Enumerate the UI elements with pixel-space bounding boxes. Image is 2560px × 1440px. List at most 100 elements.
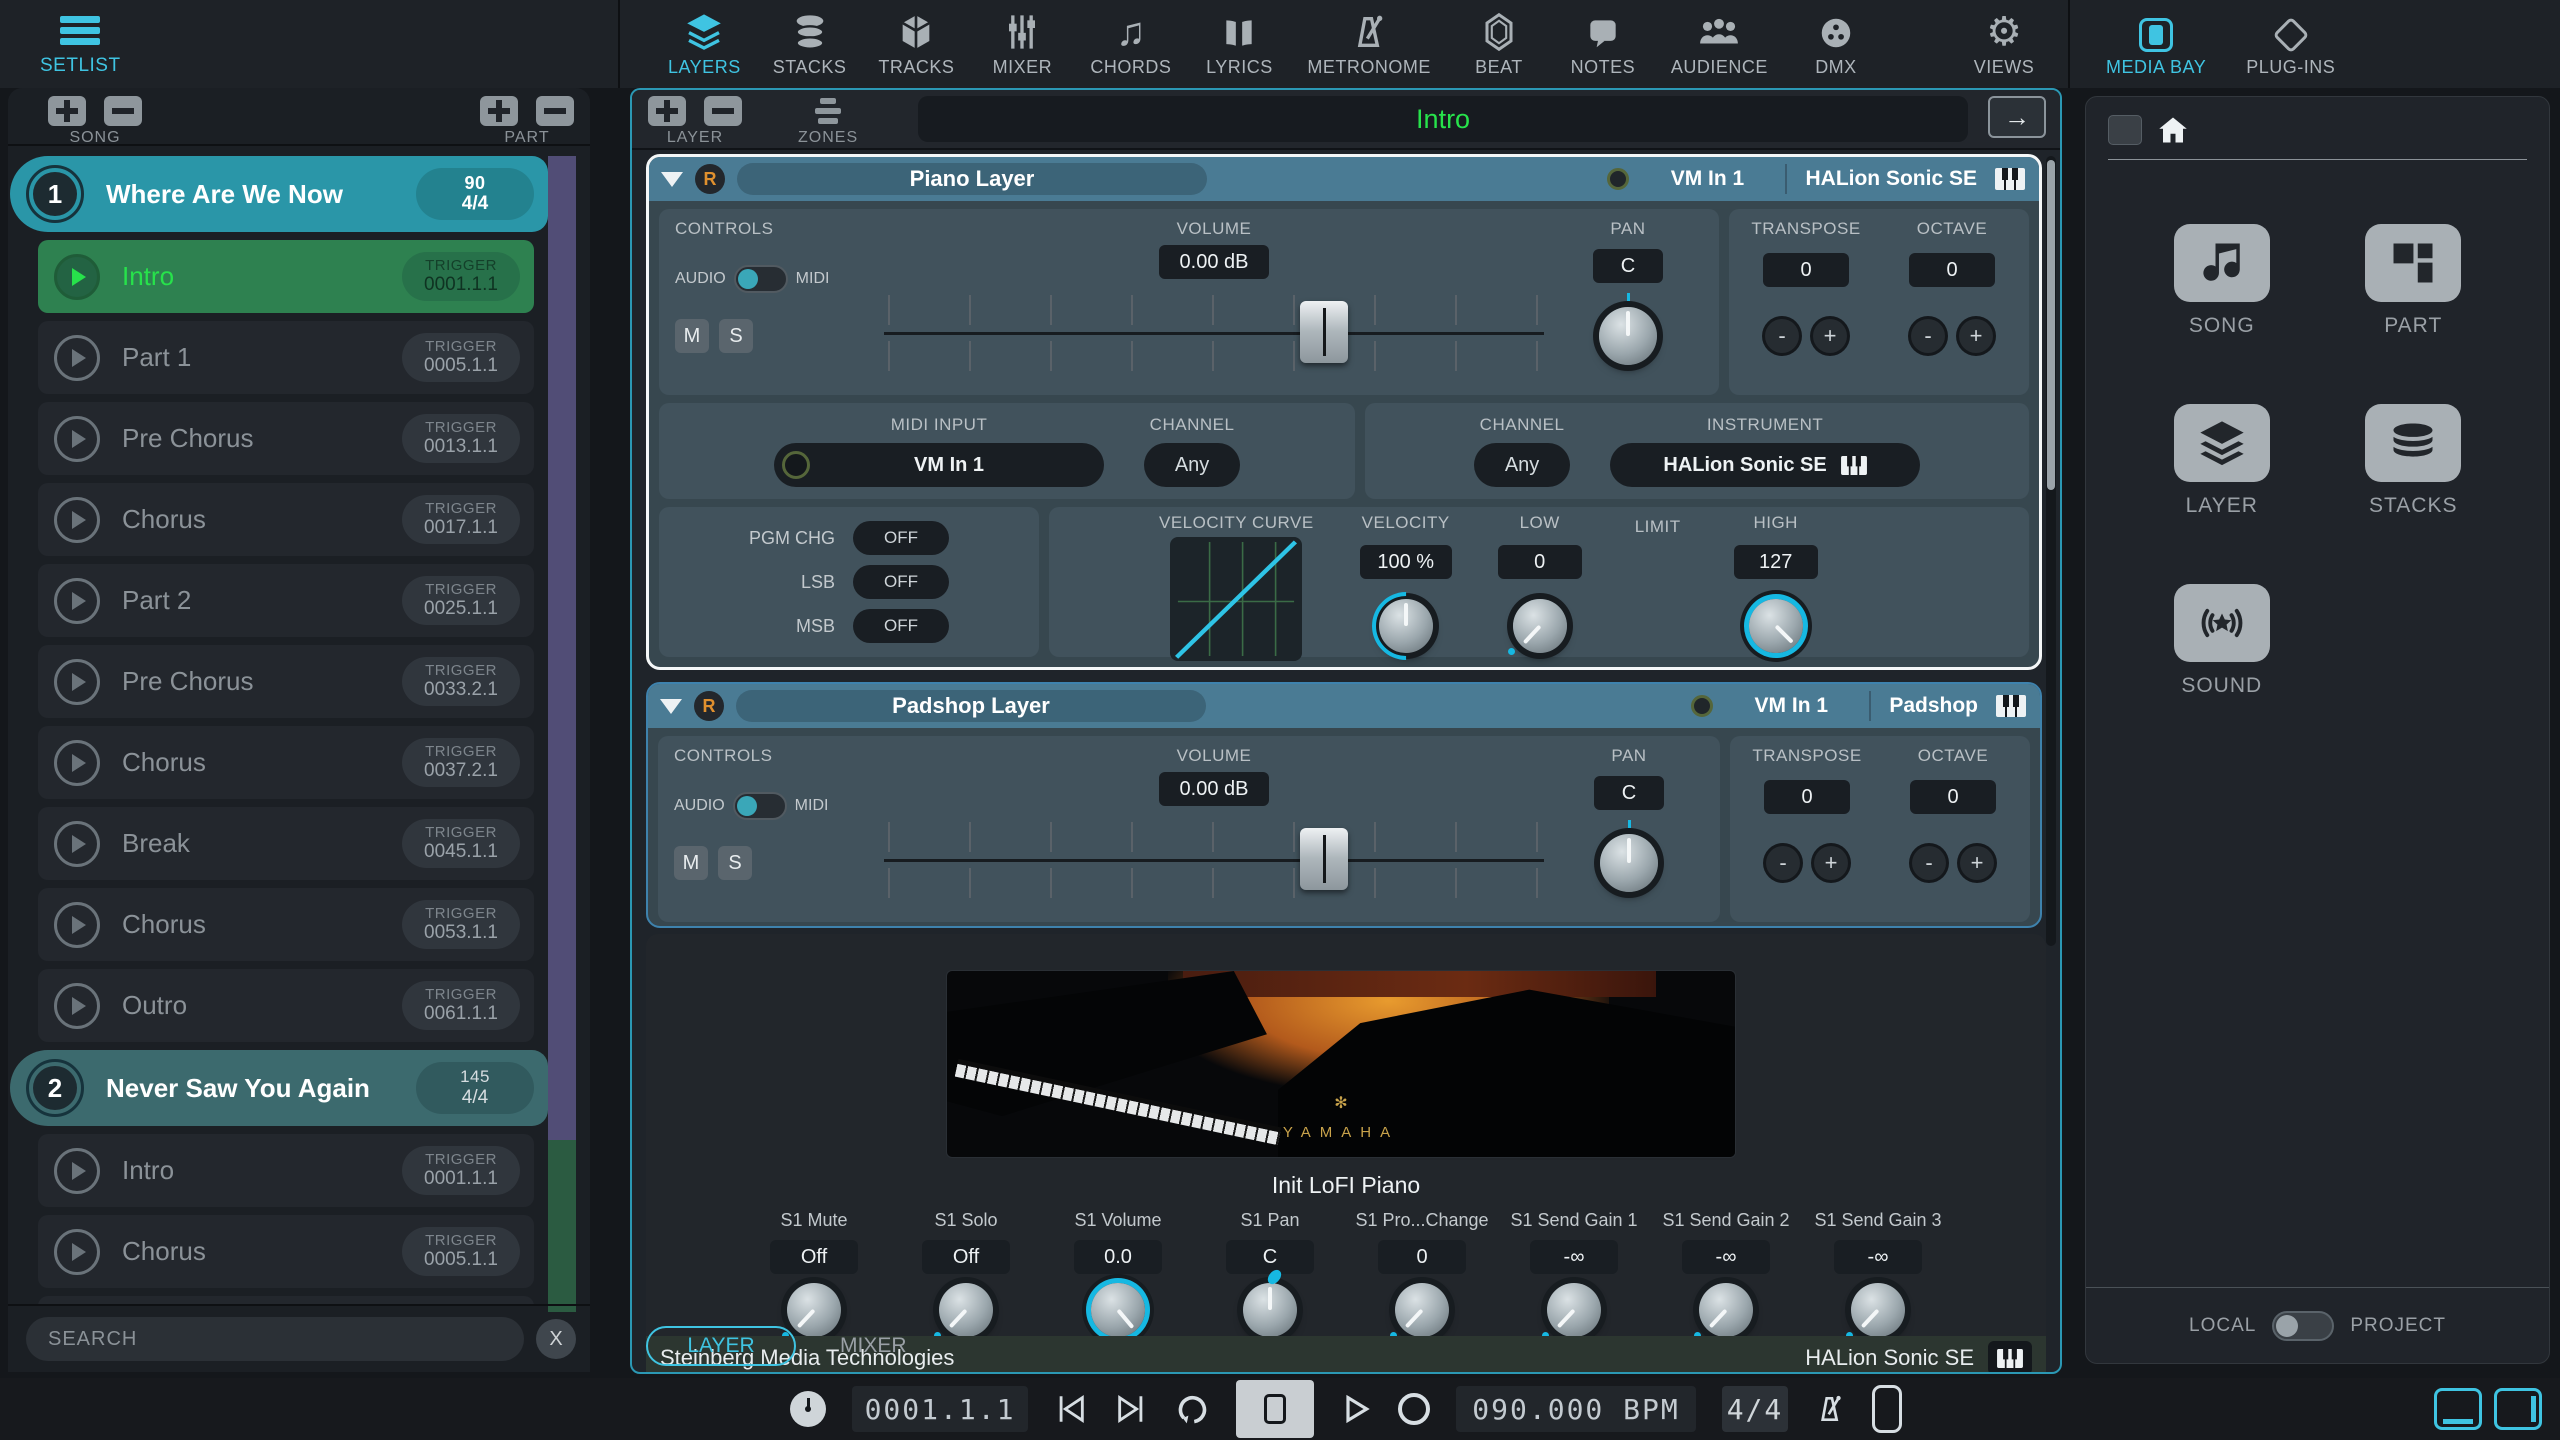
param-knob[interactable] <box>1243 1283 1297 1337</box>
layer-input-label[interactable]: VM In 1 <box>1647 167 1767 191</box>
volume-value[interactable]: 0.00 dB <box>1159 245 1269 279</box>
filter-checkbox[interactable] <box>2108 115 2142 145</box>
setlist-item[interactable]: Part 2 TRIGGER 0025.1.1 <box>38 564 534 637</box>
play-part-button[interactable] <box>54 577 100 624</box>
layer-instrument-label[interactable]: Padshop <box>1889 694 1978 718</box>
param-knob[interactable] <box>1390 1283 1449 1339</box>
media-tile[interactable]: STACKS <box>2365 404 2462 518</box>
tab-media-bay[interactable]: MEDIA BAY <box>2106 10 2206 78</box>
solo-button[interactable]: S <box>718 846 752 880</box>
tab-chords[interactable]: ♫ CHORDS <box>1090 10 1171 78</box>
param-value[interactable]: -∞ <box>1682 1240 1770 1274</box>
setlist-item[interactable]: Chorus TRIGGER 0005.1.1 <box>38 1215 534 1288</box>
search-clear-button[interactable]: X <box>536 1319 576 1359</box>
add-part-button[interactable] <box>480 96 518 126</box>
tab-mixer[interactable]: MIXER <box>986 10 1058 78</box>
setlist-item[interactable]: Pre Chorus TRIGGER 0033.2.1 <box>38 645 534 718</box>
stop-button[interactable] <box>1236 1380 1314 1438</box>
param-value[interactable]: Off <box>922 1240 1010 1274</box>
play-part-button[interactable] <box>54 1228 100 1275</box>
play-part-button[interactable] <box>54 820 100 867</box>
media-tile[interactable]: LAYER <box>2173 404 2270 518</box>
mute-button[interactable]: M <box>674 846 708 880</box>
setlist-item[interactable]: Outro TRIGGER 0061.1.1 <box>38 969 534 1042</box>
media-tile[interactable]: PART <box>2365 224 2462 338</box>
midi-input-select[interactable]: VM In 1 <box>774 443 1105 487</box>
play-part-button[interactable] <box>54 253 100 300</box>
count-in-button[interactable] <box>1872 1385 1902 1433</box>
tab-lyrics[interactable]: LYRICS <box>1203 10 1275 78</box>
home-icon[interactable] <box>2158 116 2188 144</box>
tempo-display[interactable]: 090.000 BPM <box>1456 1386 1696 1432</box>
setlist-item[interactable]: Intro TRIGGER 0001.1.1 <box>38 240 534 313</box>
record-arm-button[interactable]: R <box>695 164 725 194</box>
record-button[interactable] <box>1398 1393 1430 1425</box>
high-value[interactable]: 127 <box>1733 545 1818 579</box>
fader-handle[interactable] <box>1299 828 1348 890</box>
setlist-item[interactable]: Break TRIGGER 0045.1.1 <box>38 807 534 880</box>
transpose-value[interactable]: 0 <box>1764 780 1850 814</box>
volume-fader[interactable] <box>884 814 1544 906</box>
param-value[interactable]: -∞ <box>1834 1240 1922 1274</box>
remove-part-button[interactable] <box>536 96 574 126</box>
current-part-field[interactable]: Intro <box>918 96 1968 142</box>
media-tile[interactable]: SONG <box>2173 224 2270 338</box>
tab-layers[interactable]: LAYERS <box>668 10 741 78</box>
layer-instrument-label[interactable]: HALion Sonic SE <box>1805 167 1977 191</box>
add-song-button[interactable] <box>48 96 86 126</box>
layers-scrollbar[interactable] <box>2046 156 2056 946</box>
transpose-minus-button[interactable]: - <box>1765 319 1799 353</box>
play-part-button[interactable] <box>54 901 100 948</box>
tab-tracks[interactable]: TRACKS <box>878 10 954 78</box>
go-to-end-button[interactable] <box>1114 1392 1148 1426</box>
low-value[interactable]: 0 <box>1497 545 1582 579</box>
param-knob[interactable] <box>1846 1283 1905 1339</box>
octave-minus-button[interactable]: - <box>1911 319 1945 353</box>
media-tile[interactable]: SOUND <box>2173 584 2270 698</box>
velocity-knob[interactable] <box>1378 599 1433 653</box>
param-value[interactable]: 0 <box>1378 1240 1466 1274</box>
high-knob[interactable] <box>1748 599 1803 653</box>
layer-input-label[interactable]: VM In 1 <box>1731 694 1851 718</box>
play-part-button[interactable] <box>54 1147 100 1194</box>
play-part-button[interactable] <box>54 496 100 543</box>
tab-stacks[interactable]: STACKS <box>773 10 847 78</box>
setlist-item[interactable]: Intro TRIGGER 0001.1.1 <box>38 1134 534 1207</box>
setlist-item[interactable]: Chorus TRIGGER 0017.1.1 <box>38 483 534 556</box>
record-arm-button[interactable]: R <box>694 691 724 721</box>
tab-beat[interactable]: BEAT <box>1463 10 1535 78</box>
transpose-value[interactable]: 0 <box>1763 253 1849 287</box>
param-knob[interactable] <box>1542 1283 1601 1339</box>
time-format-icon[interactable] <box>790 1391 826 1427</box>
transport-time[interactable]: 0001.1.1 <box>852 1386 1028 1432</box>
setlist-item[interactable]: Part 1 TRIGGER 0013.1.1 <box>38 1296 534 1304</box>
pgm-chg-button[interactable]: OFF <box>853 521 949 555</box>
tab-metronome[interactable]: METRONOME <box>1307 10 1431 78</box>
add-layer-button[interactable] <box>648 96 686 126</box>
tab-dmx[interactable]: DMX <box>1800 10 1872 78</box>
param-value[interactable]: 0.0 <box>1074 1240 1162 1274</box>
midi-channel-select[interactable]: Any <box>1144 443 1241 487</box>
remove-layer-button[interactable] <box>704 96 742 126</box>
transpose-plus-button[interactable]: + <box>1813 319 1847 353</box>
pan-value[interactable]: C <box>1593 249 1663 283</box>
velocity-curve-graph[interactable] <box>1170 537 1303 661</box>
setlist-item[interactable]: 2 Never Saw You Again 145 4/4 <box>10 1050 548 1126</box>
octave-plus-button[interactable]: + <box>1960 846 1994 880</box>
setlist-button[interactable]: SETLIST <box>40 12 121 77</box>
volume-value[interactable]: 0.00 dB <box>1159 772 1269 806</box>
octave-minus-button[interactable]: - <box>1912 846 1946 880</box>
search-input[interactable]: SEARCH <box>26 1317 524 1361</box>
octave-value[interactable]: 0 <box>1910 780 1996 814</box>
toggle-bottom-zone-button[interactable] <box>2434 1388 2482 1430</box>
param-value[interactable]: C <box>1226 1240 1314 1274</box>
scrollbar-thumb[interactable] <box>2047 160 2055 490</box>
play-part-button[interactable] <box>54 739 100 786</box>
tab-views[interactable]: ⚙ VIEWS <box>1968 10 2040 78</box>
tab-plug-ins[interactable]: PLUG-INS <box>2246 10 2335 78</box>
layer-panel-padshop[interactable]: R Padshop Layer VM In 1 Padshop CONTROLS… <box>646 682 2042 928</box>
play-part-button[interactable] <box>54 658 100 705</box>
time-signature[interactable]: 4/4 <box>1722 1386 1788 1432</box>
velocity-value[interactable]: 100 % <box>1359 545 1452 579</box>
play-part-button[interactable] <box>54 415 100 462</box>
